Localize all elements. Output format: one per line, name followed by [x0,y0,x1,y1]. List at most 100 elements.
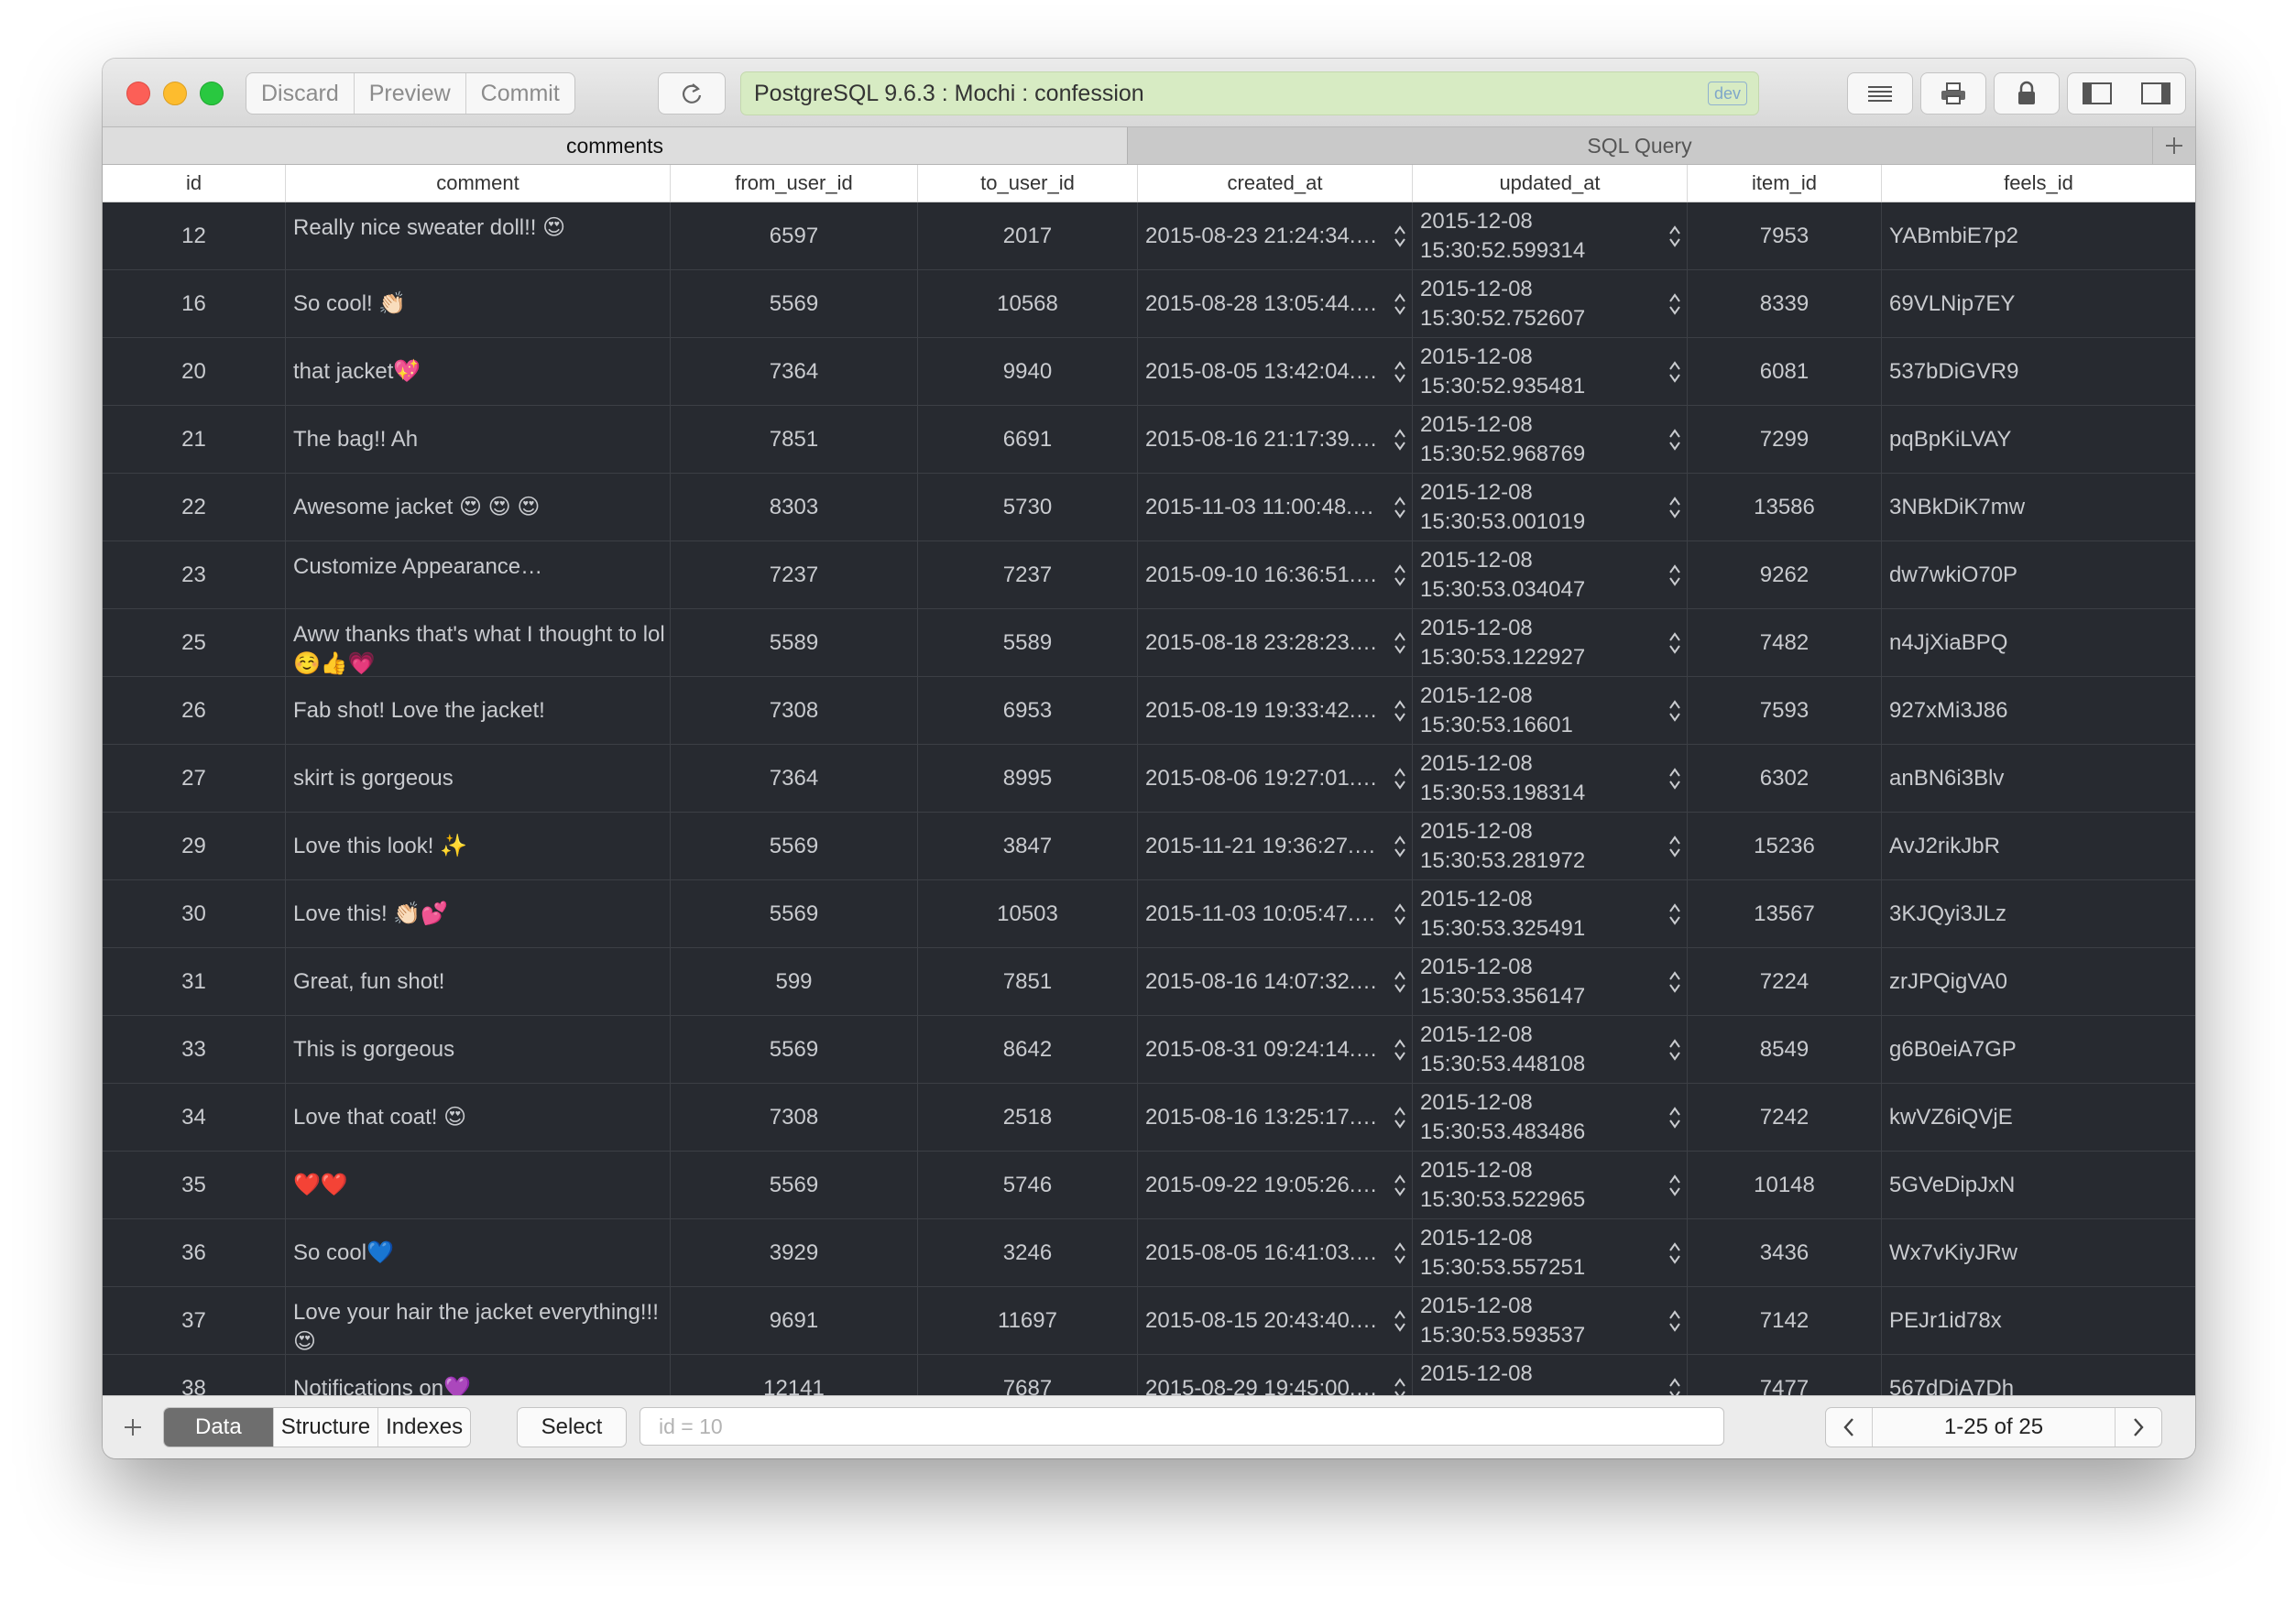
stepper-arrows-icon[interactable] [1668,358,1681,386]
cell-updated-at[interactable]: 2015-12-08 15:30:53.16601 [1413,677,1688,745]
cell-item-id[interactable]: 10148 [1688,1152,1882,1219]
cell-to-user-id[interactable]: 7687 [918,1355,1138,1395]
cell-created-at[interactable]: 2015-08-28 13:05:44.… [1138,270,1413,338]
cell-created-at[interactable]: 2015-09-22 19:05:26.… [1138,1152,1413,1219]
cell-feels-id[interactable]: dw7wkiO70P [1882,541,2195,609]
cell-updated-at[interactable]: 2015-12-08 15:30:53.034047 [1413,541,1688,609]
cell-updated-at[interactable]: 2015-12-08 15:30:52.752607 [1413,270,1688,338]
cell-from-user-id[interactable]: 9691 [671,1287,918,1355]
table-row[interactable]: 36 So cool💙 3929 3246 2015-08-05 16:41:03.… 2… [103,1219,2195,1287]
cell-created-at[interactable]: 2015-08-18 23:28:23.… [1138,609,1413,677]
cell-created-at[interactable]: 2015-11-03 11:00:48.… [1138,474,1413,541]
column-header-comment[interactable]: comment [286,165,671,202]
cell-comment[interactable]: that jacket💖 [286,338,671,406]
stepper-arrows-icon[interactable] [1668,1104,1681,1131]
cell-from-user-id[interactable]: 599 [671,948,918,1016]
cell-to-user-id[interactable]: 2518 [918,1084,1138,1152]
cell-from-user-id[interactable]: 6597 [671,202,918,270]
cell-comment[interactable]: The bag!! Ah [286,406,671,474]
cell-to-user-id[interactable]: 8642 [918,1016,1138,1084]
cell-to-user-id[interactable]: 5746 [918,1152,1138,1219]
cell-id[interactable]: 30 [103,880,286,948]
cell-comment[interactable]: Aww thanks that's what I thought to lol … [286,609,671,677]
cell-from-user-id[interactable]: 5569 [671,1152,918,1219]
cell-id[interactable]: 33 [103,1016,286,1084]
cell-id[interactable]: 21 [103,406,286,474]
cell-item-id[interactable]: 7299 [1688,406,1882,474]
cell-created-at[interactable]: 2015-09-10 16:36:51.… [1138,541,1413,609]
cell-updated-at[interactable]: 2015-12-08 15:30:53.448108 [1413,1016,1688,1084]
cell-updated-at[interactable]: 2015-12-08 15:30:53.122927 [1413,609,1688,677]
column-header-created-at[interactable]: created_at [1138,165,1413,202]
table-row[interactable]: 31 Great, fun shot! 599 7851 2015-08-16 14:0… [103,948,2195,1016]
cell-to-user-id[interactable]: 3246 [918,1219,1138,1287]
cell-comment[interactable]: ❤️❤️ [286,1152,671,1219]
stepper-arrows-icon[interactable] [1394,290,1406,318]
cell-feels-id[interactable]: pqBpKiLVAY [1882,406,2195,474]
cell-updated-at[interactable]: 2015-12-08 15:30:53.483486 [1413,1084,1688,1152]
cell-updated-at[interactable]: 2015-12-08 15:30:53.281972 [1413,813,1688,880]
column-header-feels-id[interactable]: feels_id [1882,165,2195,202]
stepper-arrows-icon[interactable] [1668,1172,1681,1199]
cell-to-user-id[interactable]: 5589 [918,609,1138,677]
cell-to-user-id[interactable]: 10503 [918,880,1138,948]
stepper-arrows-icon[interactable] [1394,223,1406,250]
filter-input[interactable] [640,1407,1724,1446]
cell-comment[interactable]: skirt is gorgeous [286,745,671,813]
select-button[interactable]: Select [517,1407,627,1447]
cell-to-user-id[interactable]: 6691 [918,406,1138,474]
cell-id[interactable]: 29 [103,813,286,880]
table-row[interactable]: 26 Fab shot! Love the jacket! 7308 6953 2015… [103,677,2195,745]
table-row[interactable]: 16 So cool! 👏🏻 5569 10568 2015-08-28 13:05:4… [103,270,2195,338]
cell-feels-id[interactable]: AvJ2rikJbR [1882,813,2195,880]
cell-from-user-id[interactable]: 7851 [671,406,918,474]
cell-id[interactable]: 12 [103,202,286,270]
stepper-arrows-icon[interactable] [1394,765,1406,792]
cell-to-user-id[interactable]: 10568 [918,270,1138,338]
cell-item-id[interactable]: 7482 [1688,609,1882,677]
cell-comment[interactable]: Really nice sweater doll!! 😍 [286,202,671,270]
cell-comment[interactable]: This is gorgeous [286,1016,671,1084]
stepper-arrows-icon[interactable] [1668,494,1681,521]
cell-item-id[interactable]: 6081 [1688,338,1882,406]
add-row-button[interactable] [117,1412,148,1443]
table-row[interactable]: 29 Love this look! ✨ 5569 3847 2015-11-21 19… [103,813,2195,880]
stepper-arrows-icon[interactable] [1668,833,1681,860]
cell-item-id[interactable]: 7242 [1688,1084,1882,1152]
stepper-arrows-icon[interactable] [1668,1239,1681,1267]
cell-to-user-id[interactable]: 7851 [918,948,1138,1016]
table-row[interactable]: 12 Really nice sweater doll!! 😍 6597 2017 20… [103,202,2195,270]
cell-comment[interactable]: Customize Appearance… [286,541,671,609]
cell-updated-at[interactable]: 2015-12-08 15:30:53.325491 [1413,880,1688,948]
cell-updated-at[interactable]: 2015-12-08 15:30:53.198314 [1413,745,1688,813]
cell-created-at[interactable]: 2015-08-16 21:17:39.… [1138,406,1413,474]
cell-updated-at[interactable]: 2015-12-08 [1413,1355,1688,1395]
stepper-arrows-icon[interactable] [1394,1036,1406,1064]
cell-from-user-id[interactable]: 7308 [671,1084,918,1152]
cell-item-id[interactable]: 7953 [1688,202,1882,270]
cell-feels-id[interactable]: 927xMi3J86 [1882,677,2195,745]
next-page-button[interactable] [2115,1408,2161,1447]
stepper-arrows-icon[interactable] [1668,697,1681,725]
cell-from-user-id[interactable]: 7237 [671,541,918,609]
stepper-arrows-icon[interactable] [1394,833,1406,860]
cell-id[interactable]: 27 [103,745,286,813]
cell-item-id[interactable]: 6302 [1688,745,1882,813]
cell-to-user-id[interactable]: 8995 [918,745,1138,813]
table-row[interactable]: 21 The bag!! Ah 7851 6691 2015-08-16 21:17:3… [103,406,2195,474]
stepper-arrows-icon[interactable] [1394,1239,1406,1267]
refresh-button[interactable] [658,72,726,115]
stepper-arrows-icon[interactable] [1394,697,1406,725]
table-row[interactable]: 25 Aww thanks that's what I thought to lo… [103,609,2195,677]
print-button[interactable] [1920,72,1986,115]
stepper-arrows-icon[interactable] [1668,1036,1681,1064]
column-header-from-user-id[interactable]: from_user_id [671,165,918,202]
cell-item-id[interactable]: 9262 [1688,541,1882,609]
table-row[interactable]: 34 Love that coat! 😍 7308 2518 2015-08-16 13… [103,1084,2195,1152]
cell-id[interactable]: 34 [103,1084,286,1152]
cell-created-at[interactable]: 2015-08-16 13:25:17.… [1138,1084,1413,1152]
cell-to-user-id[interactable]: 6953 [918,677,1138,745]
cell-comment[interactable]: Love this! 👏🏻💕 [286,880,671,948]
cell-created-at[interactable]: 2015-11-21 19:36:27.1… [1138,813,1413,880]
cell-updated-at[interactable]: 2015-12-08 15:30:53.001019 [1413,474,1688,541]
